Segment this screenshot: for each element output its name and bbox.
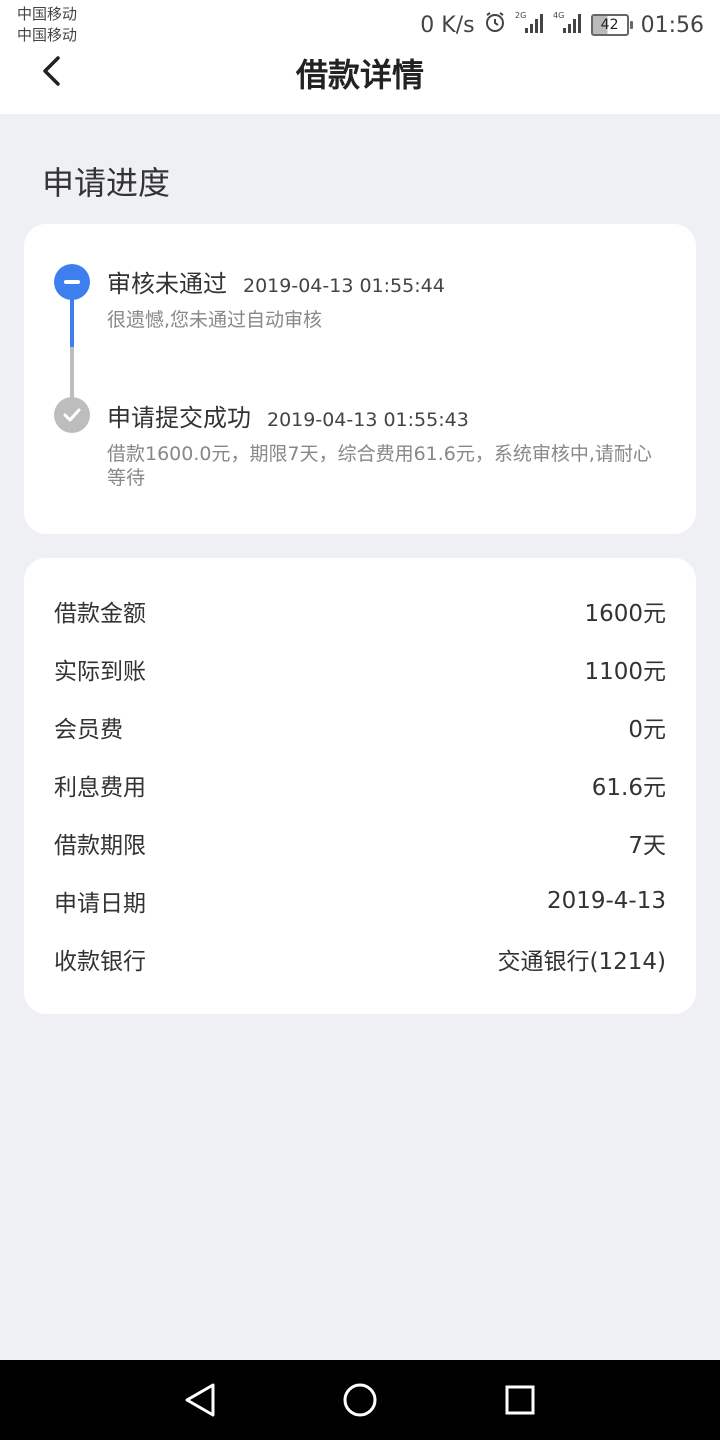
timeline-line-active bbox=[70, 299, 74, 347]
carrier-2: 中国移动 bbox=[17, 26, 78, 44]
detail-value: 1600元 bbox=[584, 601, 666, 627]
detail-row-bank: 收款银行 交通银行(1214) bbox=[54, 939, 666, 979]
rejected-status-icon bbox=[54, 264, 90, 300]
clock: 01:56 bbox=[640, 12, 704, 38]
network-speed: 0 K/s bbox=[420, 12, 475, 38]
signal-4g-icon: 4G bbox=[553, 10, 583, 40]
status-carriers: 中国移动 中国移动 bbox=[17, 4, 77, 46]
detail-label: 申请日期 bbox=[54, 891, 146, 917]
detail-label: 借款期限 bbox=[54, 833, 146, 859]
event-time: 2019-04-13 01:55:43 bbox=[267, 409, 469, 431]
timeline-event-submitted: 申请提交成功 2019-04-13 01:55:43 bbox=[107, 398, 469, 433]
event-description: 借款1600.0元，期限7天，综合费用61.6元，系统审核中,请耐心等待 bbox=[107, 443, 652, 489]
detail-label: 收款银行 bbox=[54, 949, 146, 975]
event-title: 审核未通过 bbox=[107, 270, 227, 298]
signal-2g-icon: 2G bbox=[515, 10, 545, 40]
square-recents-icon bbox=[505, 1385, 535, 1415]
page-title: 借款详情 bbox=[295, 56, 424, 94]
progress-section-title: 申请进度 bbox=[42, 164, 171, 202]
event-description: 很遗憾,您未通过自动审核 bbox=[107, 309, 323, 331]
detail-label: 实际到账 bbox=[54, 659, 146, 685]
triangle-back-icon bbox=[185, 1383, 215, 1417]
detail-value: 交通银行(1214) bbox=[497, 949, 666, 975]
nav-home-button[interactable] bbox=[338, 1378, 382, 1422]
nav-back-button[interactable] bbox=[178, 1378, 222, 1422]
carrier-1: 中国移动 bbox=[17, 5, 78, 23]
signal-2g-label: 2G bbox=[515, 11, 526, 20]
top-bar: 中国移动 中国移动 0 K/s 2G 4G 42 01:56 借款详情 bbox=[0, 0, 720, 114]
event-title: 申请提交成功 bbox=[107, 404, 251, 432]
detail-label: 利息费用 bbox=[54, 775, 146, 801]
timeline-line-inactive bbox=[70, 347, 74, 402]
detail-value: 1100元 bbox=[584, 659, 666, 685]
system-nav-bar bbox=[0, 1360, 720, 1440]
detail-row-amount: 借款金额 1600元 bbox=[54, 591, 666, 631]
detail-label: 借款金额 bbox=[54, 601, 146, 627]
signal-4g-label: 4G bbox=[553, 11, 564, 20]
detail-row-interest: 利息费用 61.6元 bbox=[54, 765, 666, 805]
detail-value: 61.6元 bbox=[591, 775, 666, 801]
detail-row-term: 借款期限 7天 bbox=[54, 823, 666, 863]
nav-recents-button[interactable] bbox=[498, 1378, 542, 1422]
detail-row-membership-fee: 会员费 0元 bbox=[54, 707, 666, 747]
event-time: 2019-04-13 01:55:44 bbox=[243, 275, 445, 297]
detail-row-apply-date: 申请日期 2019-4-13 bbox=[54, 881, 666, 921]
detail-label: 会员费 bbox=[54, 717, 123, 743]
circle-home-icon bbox=[343, 1383, 377, 1417]
detail-value: 0元 bbox=[628, 717, 666, 743]
progress-card: 审核未通过 2019-04-13 01:55:44 很遗憾,您未通过自动审核 申… bbox=[24, 224, 696, 534]
battery-icon: 42 bbox=[590, 14, 633, 36]
loan-details-card: 借款金额 1600元 实际到账 1100元 会员费 0元 利息费用 61.6元 … bbox=[24, 558, 696, 1014]
timeline-event-rejected: 审核未通过 2019-04-13 01:55:44 bbox=[107, 264, 445, 299]
status-indicators: 0 K/s 2G 4G 42 01:56 bbox=[420, 10, 704, 40]
alarm-icon bbox=[483, 10, 507, 40]
battery-level: 42 bbox=[590, 14, 629, 36]
detail-value: 7天 bbox=[628, 833, 666, 859]
detail-row-received: 实际到账 1100元 bbox=[54, 649, 666, 689]
detail-value: 2019-4-13 bbox=[546, 888, 666, 914]
check-icon bbox=[54, 397, 90, 433]
